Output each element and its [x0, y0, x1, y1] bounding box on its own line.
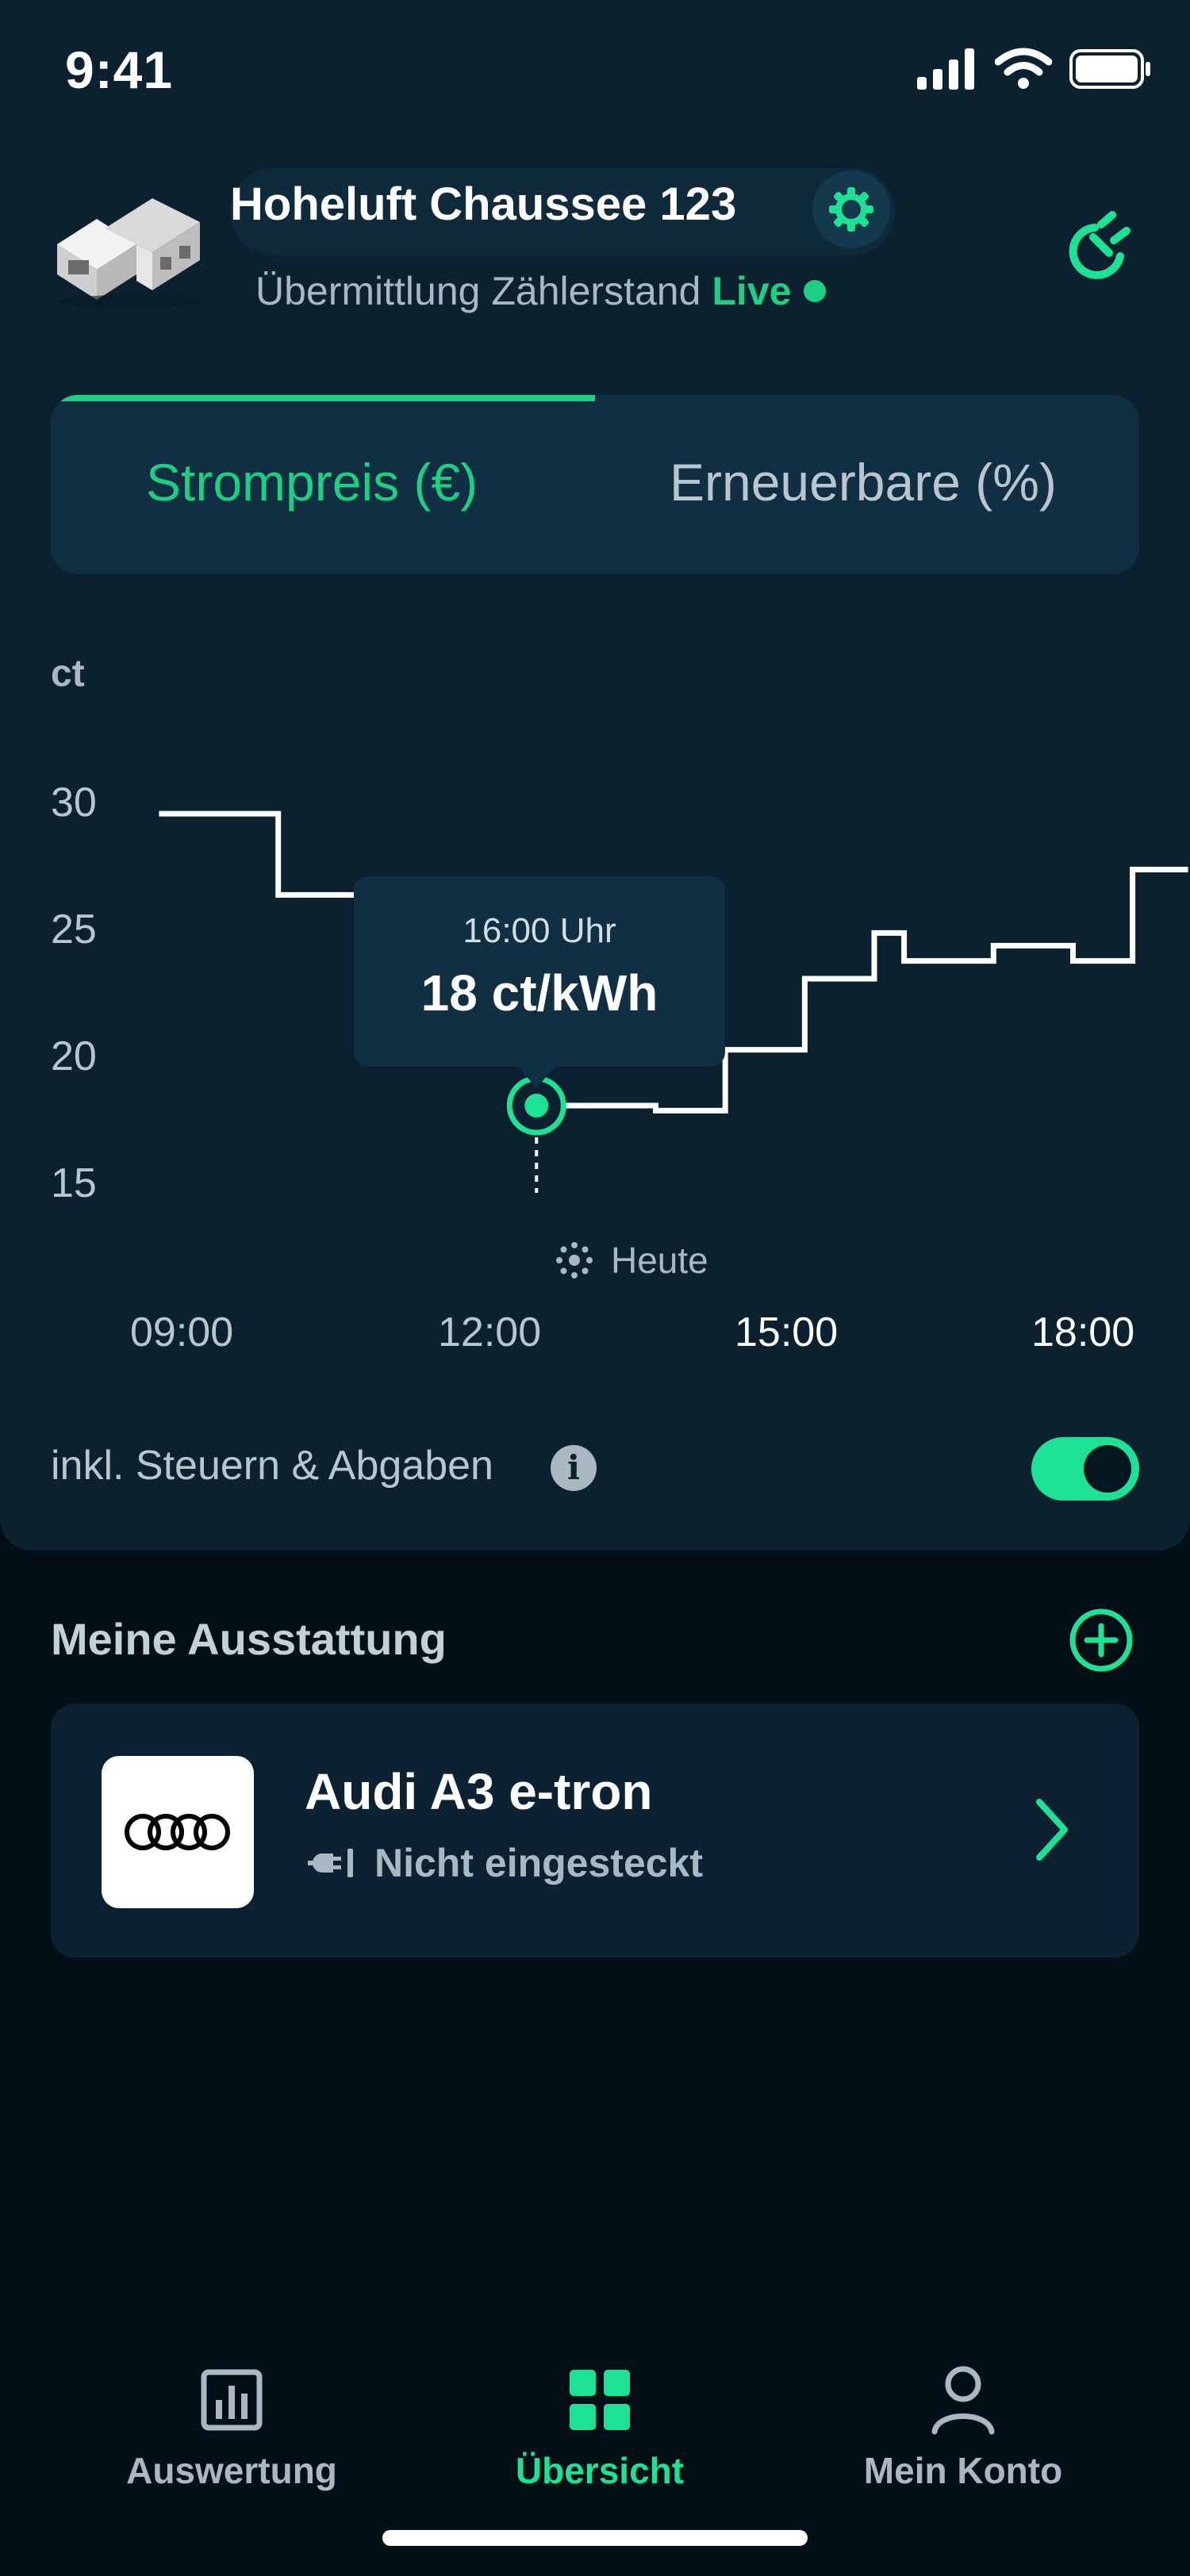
today-label: Heute: [611, 1240, 708, 1281]
grid-icon: [570, 2370, 630, 2430]
price-tooltip: 16:00 Uhr 18 ct/kWh: [354, 876, 725, 1067]
nav-label-auswertung: Auswertung: [126, 2450, 337, 2491]
price-chart[interactable]: [0, 0, 1190, 1428]
nav-mein-konto[interactable]: Mein Konto: [820, 2363, 1106, 2492]
car-name: Audi A3 e-tron: [305, 1763, 653, 1820]
audi-logo: [102, 1756, 254, 1908]
taxes-label: inkl. Steuern & Abgaben: [51, 1443, 493, 1489]
app-screen: 9:41 Hoheluft Chaussee 123 Übermittlung …: [0, 0, 1190, 2576]
nav-auswertung[interactable]: Auswertung: [89, 2363, 374, 2492]
info-icon[interactable]: i: [551, 1445, 597, 1491]
selected-point: [524, 1094, 549, 1117]
person-icon: [931, 2366, 995, 2435]
toggle-knob: [1084, 1445, 1131, 1493]
x-tick-label: 09:00: [130, 1309, 234, 1355]
x-tick-label: 15:00: [735, 1309, 839, 1355]
tooltip-time: 16:00 Uhr: [463, 911, 616, 950]
bar-chart-icon: [201, 2369, 263, 2431]
car-status: Nicht eingesteckt: [305, 1840, 703, 1886]
x-tick-label: 12:00: [438, 1309, 542, 1355]
audi-rings-icon: [125, 1814, 230, 1850]
unplugged-icon: [308, 1849, 353, 1877]
x-tick-label: 18:00: [1031, 1309, 1135, 1355]
taxes-toggle[interactable]: [1031, 1437, 1139, 1501]
today-marker: Heute: [555, 1239, 708, 1282]
tooltip-value: 18 ct/kWh: [420, 964, 658, 1022]
add-equipment-button[interactable]: [1068, 1607, 1134, 1673]
nav-uebersicht[interactable]: Übersicht: [457, 2363, 743, 2492]
nav-label-uebersicht: Übersicht: [515, 2450, 685, 2491]
nav-label-mein-konto: Mein Konto: [863, 2450, 1063, 2491]
sun-icon: [556, 1242, 593, 1278]
price-panel: 9:41 Hoheluft Chaussee 123 Übermittlung …: [0, 0, 1190, 1551]
chevron-right-icon[interactable]: [1028, 1794, 1076, 1865]
home-indicator: [382, 2530, 808, 2546]
car-status-label: Nicht eingesteckt: [374, 1841, 704, 1885]
equipment-title: Meine Ausstattung: [51, 1614, 447, 1664]
